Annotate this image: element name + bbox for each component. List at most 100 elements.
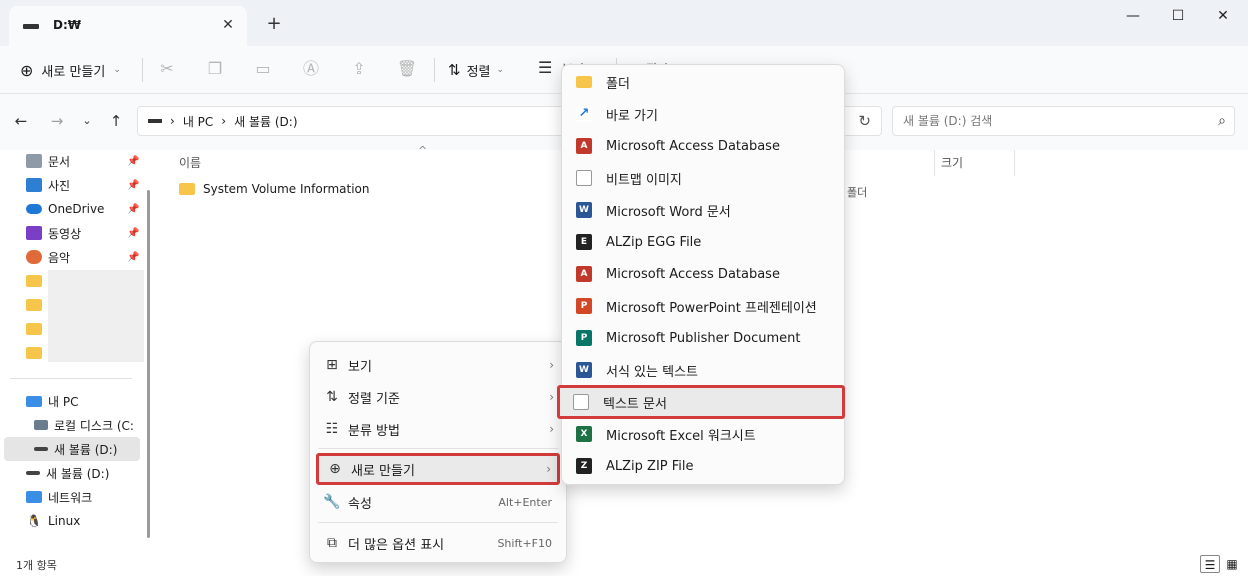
folder-icon: [26, 347, 42, 359]
view-icon: ⊞: [326, 357, 338, 373]
search-placeholder: 새 볼륨 (D:) 검색: [903, 114, 993, 128]
menu-item-label: 분류 방법: [348, 423, 400, 439]
sidebar-item-label: 동영상: [48, 226, 82, 241]
submenu-item-label: Microsoft Publisher Document: [606, 330, 801, 346]
breadcrumb-separator: ›: [170, 114, 175, 128]
submenu-item-word[interactable]: W Microsoft Word 문서: [568, 195, 840, 225]
sidebar-item-label: Linux: [48, 514, 81, 528]
tiles-view-icon[interactable]: ▦: [1222, 555, 1242, 573]
menu-item-group-by[interactable]: ☷ 분류 방법 ›: [316, 414, 560, 444]
chevron-right-icon: ›: [546, 462, 551, 476]
sidebar-item-label: 네트워크: [48, 490, 93, 505]
sidebar-item-pictures[interactable]: 사진: [26, 174, 70, 196]
wrench-icon: 🔧: [323, 494, 341, 510]
disk-icon: [34, 420, 48, 430]
maximize-button[interactable]: ☐: [1155, 0, 1201, 32]
shortcut-icon: ↗: [576, 106, 592, 122]
plus-circle-icon: ⊕: [20, 60, 34, 80]
submenu-item-text-document[interactable]: 텍스트 문서: [557, 385, 845, 419]
submenu-item-shortcut[interactable]: ↗ 바로 가기: [568, 99, 840, 129]
menu-item-new[interactable]: ⊕ 새로 만들기 ›: [316, 453, 560, 485]
submenu-item-access-2[interactable]: A Microsoft Access Database: [568, 259, 840, 289]
sidebar-item-folder[interactable]: [26, 342, 42, 364]
sidebar-item-volume-d[interactable]: 새 볼륨 (D:): [26, 462, 109, 484]
submenu-item-powerpoint[interactable]: P Microsoft PowerPoint 프레젠테이션: [568, 291, 840, 321]
new-button-label: 새로 만들기: [41, 64, 106, 80]
menu-item-more-options[interactable]: ⧉ 더 많은 옵션 표시 Shift+F10: [316, 528, 560, 558]
menu-divider: [318, 448, 558, 449]
up-arrow-icon[interactable]: ↑: [105, 110, 127, 132]
view-icon[interactable]: ☰: [538, 58, 552, 77]
menu-item-view[interactable]: ⊞ 보기 ›: [316, 350, 560, 380]
submenu-item-access[interactable]: A Microsoft Access Database: [568, 131, 840, 161]
pin-icon: 📌: [127, 228, 140, 239]
toolbar-divider: [434, 58, 435, 82]
folder-icon: [179, 183, 195, 195]
submenu-item-label: ALZip EGG File: [606, 234, 702, 250]
back-arrow-icon[interactable]: ←: [10, 110, 32, 132]
sidebar-item-local-disk[interactable]: 로컬 디스크 (C:: [34, 414, 134, 436]
access-icon: A: [576, 266, 592, 282]
menu-item-sort-by[interactable]: ⇅ 정렬 기준 ›: [316, 382, 560, 412]
sort-icon: ⇅: [448, 61, 461, 79]
share-icon[interactable]: ⇪: [348, 58, 370, 80]
column-divider: [934, 150, 935, 176]
search-input[interactable]: 새 볼륨 (D:) 검색 ⌕: [892, 106, 1235, 136]
sidebar-item-folder[interactable]: [26, 318, 42, 340]
column-divider: [1014, 150, 1015, 176]
breadcrumb-pc[interactable]: 내 PC: [183, 113, 213, 130]
text-doc-icon: [573, 394, 589, 410]
recent-chevron-icon[interactable]: ⌄: [76, 110, 98, 132]
submenu-item-label: Microsoft Access Database: [606, 138, 780, 154]
chevron-right-icon: ›: [549, 358, 554, 372]
table-row[interactable]: System Volume Information: [179, 182, 369, 196]
close-window-button[interactable]: ✕: [1200, 0, 1246, 32]
submenu-item-publisher[interactable]: P Microsoft Publisher Document: [568, 323, 840, 353]
refresh-icon[interactable]: ↻: [858, 112, 871, 130]
sidebar-item-onedrive[interactable]: OneDrive: [26, 198, 104, 220]
new-button[interactable]: ⊕ 새로 만들기 ⌄: [14, 55, 127, 85]
delete-icon[interactable]: 🗑: [396, 58, 418, 80]
forward-arrow-icon[interactable]: →: [46, 110, 68, 132]
excel-icon: X: [576, 426, 592, 442]
submenu-item-rtf[interactable]: W 서식 있는 텍스트: [568, 355, 840, 385]
breadcrumb-separator: ›: [221, 114, 227, 128]
sidebar-scrollbar[interactable]: [147, 190, 150, 538]
sidebar-item-videos[interactable]: 동영상: [26, 222, 81, 244]
submenu-item-excel[interactable]: X Microsoft Excel 워크시트: [568, 419, 840, 449]
tab-close-icon[interactable]: ✕: [217, 14, 239, 36]
sidebar-item-volume-d-child[interactable]: 새 볼륨 (D:): [34, 438, 117, 460]
column-header-name[interactable]: 이름: [179, 154, 201, 171]
sidebar-item-folder[interactable]: [26, 294, 42, 316]
breadcrumb-volume[interactable]: 새 볼륨 (D:): [234, 113, 297, 130]
sort-button[interactable]: ⇅ 정렬 ⌄: [448, 55, 504, 85]
cut-icon[interactable]: ✂: [156, 58, 178, 80]
sidebar-item-music[interactable]: 음악: [26, 246, 70, 268]
pin-icon: 📌: [127, 252, 140, 263]
sidebar-item-pc[interactable]: 내 PC: [26, 390, 78, 412]
rename-icon[interactable]: Ⓐ: [300, 58, 322, 80]
chevron-right-icon: ›: [549, 390, 554, 404]
paste-icon[interactable]: ▭: [252, 58, 274, 80]
column-header-size[interactable]: 크기: [941, 154, 963, 171]
sidebar-item-folder[interactable]: [26, 270, 42, 292]
sidebar-item-linux[interactable]: 🐧 Linux: [26, 510, 81, 532]
details-view-icon[interactable]: ☰: [1200, 555, 1220, 573]
pin-icon: 📌: [127, 156, 140, 167]
pictures-icon: [26, 178, 42, 192]
penguin-icon: 🐧: [26, 514, 42, 528]
submenu-item-folder[interactable]: 폴더: [568, 67, 840, 97]
sidebar-item-documents[interactable]: 문서: [26, 150, 70, 172]
submenu-item-egg[interactable]: E ALZip EGG File: [568, 227, 840, 257]
tab-drive-d[interactable]: D:₩ ✕: [9, 6, 247, 46]
sort-arrow-icon: ^: [418, 144, 428, 157]
copy-icon[interactable]: ❐: [204, 58, 226, 80]
submenu-item-zip[interactable]: Z ALZip ZIP File: [568, 451, 840, 481]
chevron-down-icon: ⌄: [496, 65, 505, 75]
menu-item-properties[interactable]: 🔧 속성 Alt+Enter: [316, 487, 560, 517]
context-menu: ⊞ 보기 › ⇅ 정렬 기준 › ☷ 분류 방법 › ⊕ 새로 만들기 › 🔧 …: [309, 341, 567, 563]
submenu-item-bitmap[interactable]: 비트맵 이미지: [568, 163, 840, 193]
sidebar-item-network[interactable]: 네트워크: [26, 486, 92, 508]
new-tab-button[interactable]: +: [262, 12, 286, 36]
minimize-button[interactable]: —: [1110, 0, 1156, 32]
